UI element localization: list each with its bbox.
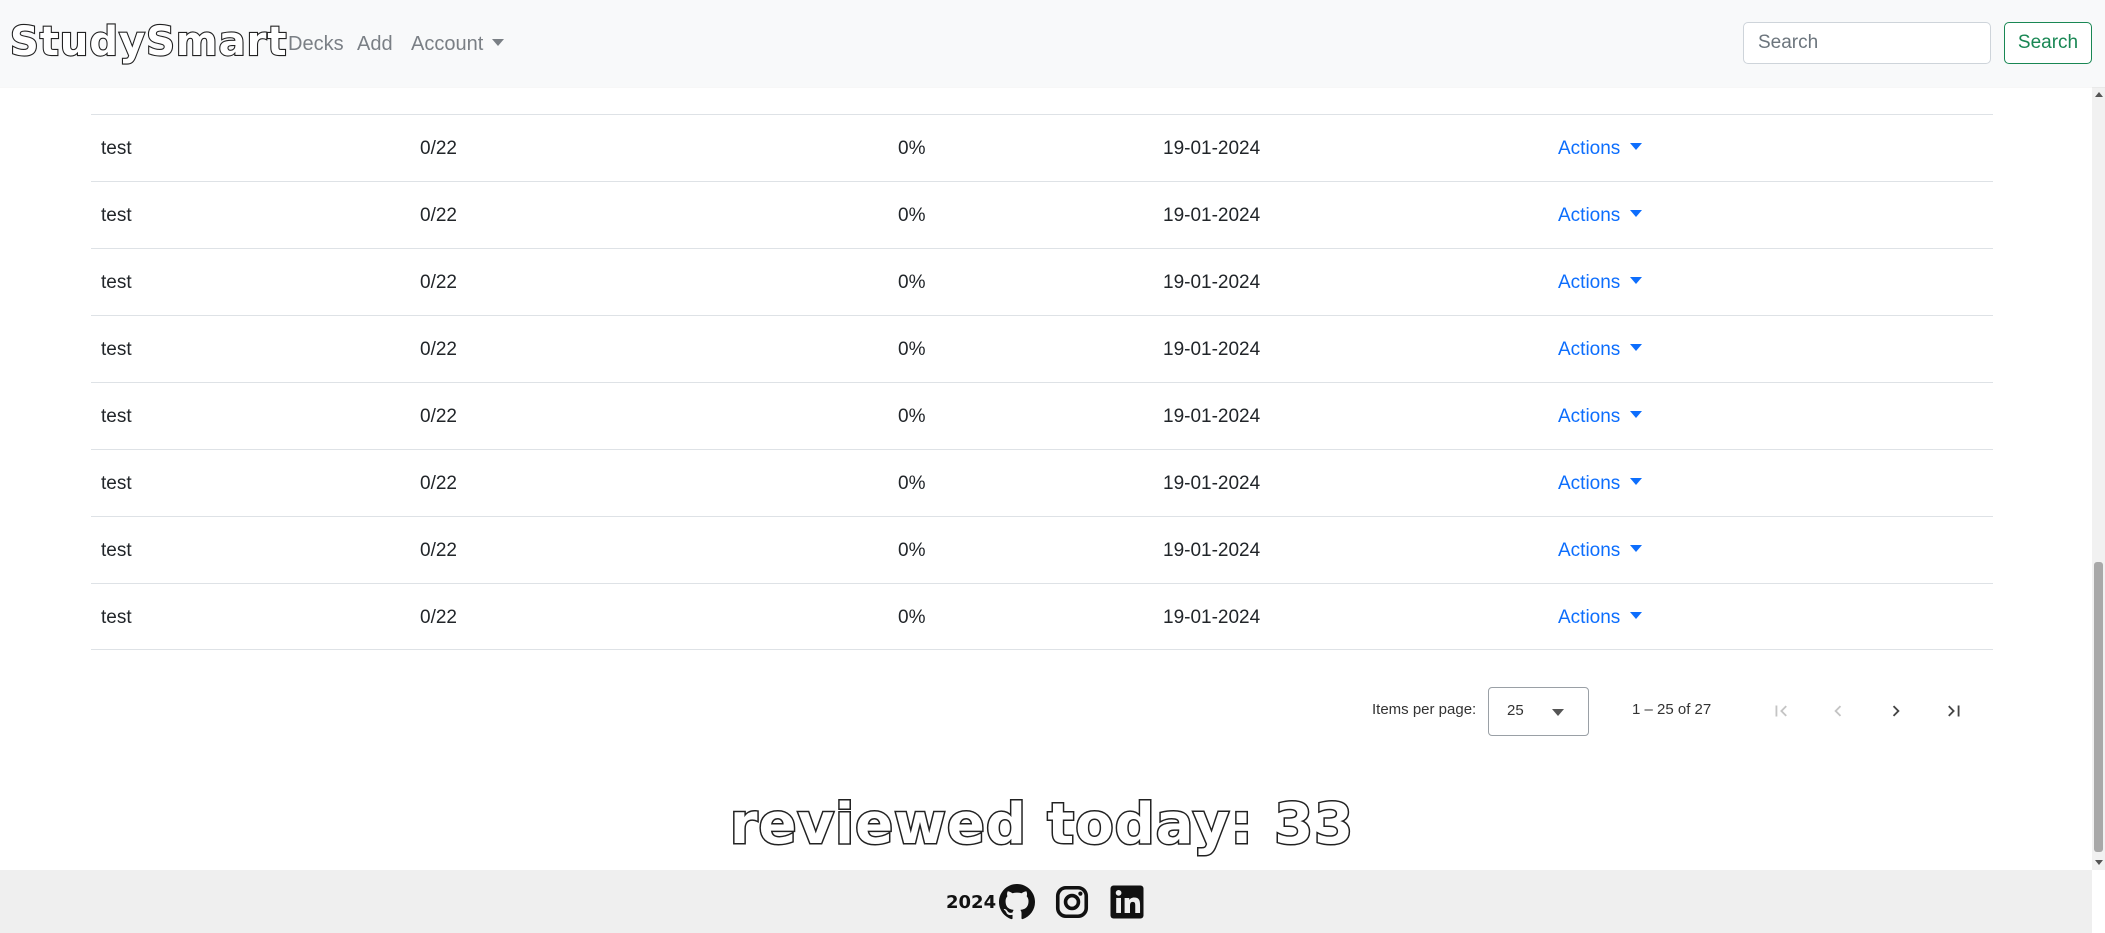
deck-progress: 0/22 — [420, 473, 457, 494]
deck-progress: 0/22 — [420, 540, 457, 561]
actions-label: Actions — [1558, 607, 1621, 628]
page-range-label: 1 – 25 of 27 — [1632, 701, 1712, 718]
decks-table: test 0/22 0% 19-01-2024 Actions test 0/2… — [91, 114, 1993, 650]
actions-label: Actions — [1558, 272, 1621, 293]
actions-dropdown[interactable]: Actions — [1558, 584, 1643, 651]
deck-name: test — [101, 406, 132, 427]
table-row: test 0/22 0% 19-01-2024 Actions — [91, 181, 1993, 248]
items-per-page-value: 25 — [1507, 702, 1524, 719]
actions-label: Actions — [1558, 540, 1621, 561]
deck-percent: 0% — [898, 138, 926, 159]
nav-link-decks[interactable]: Decks — [288, 30, 344, 58]
footer: 2024 — [0, 870, 2092, 933]
actions-label: Actions — [1558, 473, 1621, 494]
brand-logo[interactable]: StudySmart — [9, 16, 288, 68]
actions-dropdown[interactable]: Actions — [1558, 316, 1643, 383]
deck-percent: 0% — [898, 272, 926, 293]
caret-down-icon — [1630, 545, 1643, 552]
scroll-down-arrow-icon[interactable] — [2095, 860, 2103, 865]
caret-down-icon — [492, 39, 505, 46]
search-button[interactable]: Search — [2004, 22, 2092, 64]
navbar: StudySmart Decks Add Account Search — [0, 0, 2105, 87]
instagram-icon[interactable] — [1054, 884, 1090, 920]
deck-progress: 0/22 — [420, 339, 457, 360]
table-row: test 0/22 0% 19-01-2024 Actions — [91, 315, 1993, 382]
deck-progress: 0/22 — [420, 607, 457, 628]
table-row: test 0/22 0% 19-01-2024 Actions — [91, 248, 1993, 315]
deck-name: test — [101, 138, 132, 159]
caret-down-icon — [1630, 612, 1643, 619]
deck-date: 19-01-2024 — [1163, 205, 1261, 226]
deck-name: test — [101, 272, 132, 293]
first-page-button[interactable] — [1763, 693, 1799, 729]
first-page-icon — [1775, 705, 1787, 717]
caret-down-icon — [1630, 277, 1643, 284]
table-row: test 0/22 0% 19-01-2024 Actions — [91, 114, 1993, 181]
deck-date: 19-01-2024 — [1163, 406, 1261, 427]
actions-dropdown[interactable]: Actions — [1558, 182, 1643, 249]
items-per-page-label: Items per page: — [1372, 701, 1477, 718]
deck-progress: 0/22 — [420, 406, 457, 427]
deck-date: 19-01-2024 — [1163, 540, 1261, 561]
items-per-page-select[interactable]: 25 — [1488, 687, 1589, 736]
deck-name: test — [101, 339, 132, 360]
deck-progress: 0/22 — [420, 205, 457, 226]
deck-date: 19-01-2024 — [1163, 473, 1261, 494]
deck-percent: 0% — [898, 339, 926, 360]
last-page-button[interactable] — [1936, 693, 1972, 729]
deck-name: test — [101, 607, 132, 628]
actions-dropdown[interactable]: Actions — [1558, 517, 1643, 584]
table-row: test 0/22 0% 19-01-2024 Actions — [91, 583, 1993, 650]
footer-year: 2024 — [946, 892, 997, 913]
linkedin-icon[interactable] — [1109, 884, 1145, 920]
reviewed-today-counter: reviewed today: 33 — [728, 791, 1355, 859]
scroll-up-arrow-icon[interactable] — [2095, 92, 2103, 97]
deck-date: 19-01-2024 — [1163, 607, 1261, 628]
caret-down-icon — [1630, 344, 1643, 351]
search-input[interactable] — [1743, 22, 1991, 64]
dropdown-arrow-icon — [1552, 709, 1564, 716]
deck-percent: 0% — [898, 540, 926, 561]
actions-label: Actions — [1558, 205, 1621, 226]
deck-date: 19-01-2024 — [1163, 138, 1261, 159]
deck-name: test — [101, 205, 132, 226]
next-page-icon — [1892, 705, 1900, 717]
deck-progress: 0/22 — [420, 138, 457, 159]
actions-dropdown[interactable]: Actions — [1558, 450, 1643, 517]
deck-percent: 0% — [898, 205, 926, 226]
scrollbar-thumb[interactable] — [2094, 562, 2103, 852]
table-row: test 0/22 0% 19-01-2024 Actions — [91, 516, 1993, 583]
page-scrollbar[interactable] — [2092, 87, 2105, 870]
actions-dropdown[interactable]: Actions — [1558, 115, 1643, 182]
last-page-icon — [1948, 705, 1960, 717]
deck-percent: 0% — [898, 607, 926, 628]
account-label: Account — [411, 33, 484, 55]
deck-percent: 0% — [898, 473, 926, 494]
table-row: test 0/22 0% 19-01-2024 Actions — [91, 382, 1993, 449]
actions-dropdown[interactable]: Actions — [1558, 383, 1643, 450]
nav-dropdown-account[interactable]: Account — [411, 30, 505, 58]
deck-name: test — [101, 473, 132, 494]
deck-progress: 0/22 — [420, 272, 457, 293]
nav-link-add[interactable]: Add — [357, 30, 393, 58]
actions-label: Actions — [1558, 406, 1621, 427]
actions-label: Actions — [1558, 339, 1621, 360]
previous-page-icon — [1834, 705, 1842, 717]
previous-page-button[interactable] — [1820, 693, 1856, 729]
actions-label: Actions — [1558, 138, 1621, 159]
caret-down-icon — [1630, 143, 1643, 150]
deck-percent: 0% — [898, 406, 926, 427]
table-row: test 0/22 0% 19-01-2024 Actions — [91, 449, 1993, 516]
caret-down-icon — [1630, 411, 1643, 418]
deck-name: test — [101, 540, 132, 561]
github-icon[interactable] — [999, 884, 1035, 920]
actions-dropdown[interactable]: Actions — [1558, 249, 1643, 316]
deck-date: 19-01-2024 — [1163, 339, 1261, 360]
caret-down-icon — [1630, 478, 1643, 485]
deck-date: 19-01-2024 — [1163, 272, 1261, 293]
caret-down-icon — [1630, 210, 1643, 217]
next-page-button[interactable] — [1878, 693, 1914, 729]
